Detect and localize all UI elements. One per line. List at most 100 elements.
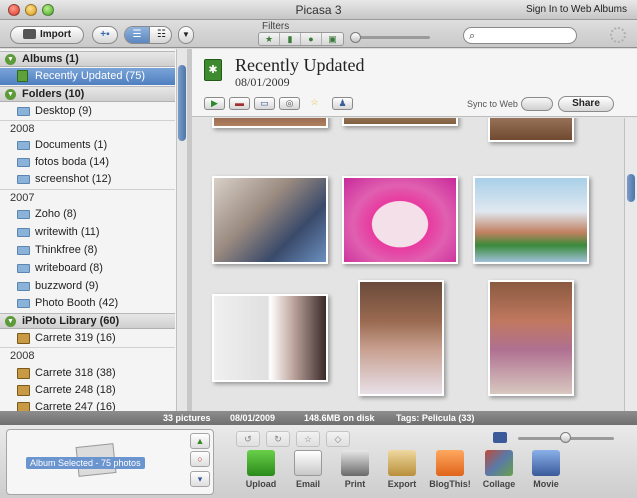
hold-selection-button[interactable]: ▲ — [190, 433, 210, 449]
year-divider: 2008 — [0, 347, 175, 364]
clear-icon: ○ — [197, 454, 203, 464]
iphoto-library-section-header[interactable]: ▼ iPhoto Library (60) — [0, 313, 175, 329]
photo-thumbnail[interactable] — [488, 118, 574, 142]
photo-grid-scrollbar[interactable] — [624, 118, 637, 411]
clear-selection-button[interactable]: ○ — [190, 451, 210, 467]
slideshow-button[interactable]: ▶ — [204, 97, 225, 110]
export-button[interactable]: Export — [380, 450, 424, 489]
albums-section-header[interactable]: ▼ Albums (1) — [0, 51, 175, 67]
sidebar-item-fotos-boda[interactable]: fotos boda (14) — [0, 154, 175, 171]
tag-button[interactable]: ◇ — [326, 431, 350, 447]
library-sidebar: ▼ Albums (1) Recently Updated (75) ▼ Fol… — [0, 49, 187, 411]
create-poster-button[interactable]: ▬ — [229, 97, 250, 110]
tag-icon: ◇ — [334, 434, 342, 444]
folder-icon — [17, 264, 30, 273]
upload-button[interactable]: Upload — [239, 450, 283, 489]
sync-to-web-toggle[interactable] — [521, 97, 553, 111]
collage-button[interactable]: Collage — [477, 450, 521, 489]
collapse-triangle-icon[interactable]: ▼ — [5, 54, 16, 65]
poster-icon: ▬ — [235, 98, 244, 108]
sign-in-link[interactable]: Sign In to Web Albums — [526, 4, 627, 15]
view-options-dropdown[interactable]: ▼ — [178, 26, 194, 44]
folder-icon — [17, 228, 30, 237]
photo-thumbnail[interactable] — [473, 176, 589, 264]
photo-thumbnail[interactable] — [212, 176, 328, 264]
tray-options-button[interactable]: ▾ — [190, 471, 210, 487]
sidebar-item-buzzword[interactable]: buzzword (9) — [0, 278, 175, 295]
play-icon: ▶ — [211, 98, 218, 108]
email-button[interactable]: Email — [286, 450, 330, 489]
thumbnail-size-slider-knob[interactable] — [560, 432, 571, 443]
movie-button[interactable]: Movie — [524, 450, 568, 489]
photo-thumbnail[interactable] — [212, 118, 328, 128]
date-filter-slider-knob[interactable] — [350, 32, 361, 43]
photo-thumbnail[interactable] — [342, 118, 458, 126]
sidebar-item-carrete-318[interactable]: Carrete 318 (38) — [0, 365, 175, 382]
sidebar-item-recently-updated[interactable]: Recently Updated (75) — [0, 68, 175, 85]
sidebar-item-carrete-248[interactable]: Carrete 248 (18) — [0, 382, 175, 399]
video-filter-icon[interactable]: ▮ — [280, 33, 301, 45]
upload-label: Upload — [245, 479, 277, 489]
email-icon — [294, 450, 322, 476]
section-label: Folders (10) — [22, 88, 85, 100]
collapse-triangle-icon[interactable]: ▼ — [5, 316, 16, 327]
blogthis-label: BlogThis! — [429, 479, 471, 489]
rotate-right-icon: ↻ — [274, 434, 282, 444]
geotag-button[interactable]: ◎ — [279, 97, 300, 110]
album-selected-label: Album Selected - 75 photos — [26, 457, 145, 469]
star-toggle-button[interactable]: ☆ — [296, 431, 320, 447]
starred-filter-icon[interactable]: ★ — [259, 33, 280, 45]
photo-grid-scroll-thumb[interactable] — [627, 174, 635, 202]
photo-thumbnail[interactable] — [342, 176, 458, 264]
globe-icon: ◎ — [285, 98, 294, 108]
rotate-left-button[interactable]: ↺ — [236, 431, 260, 447]
folder-icon — [17, 158, 30, 167]
folder-icon — [17, 246, 30, 255]
photo-thumbnail[interactable] — [212, 294, 328, 382]
thumbnail-size-icon — [493, 432, 507, 443]
sidebar-item-thinkfree[interactable]: Thinkfree (8) — [0, 242, 175, 259]
search-input[interactable]: ⌕ — [463, 27, 577, 44]
sidebar-item-carrete-319[interactable]: Carrete 319 (16) — [0, 330, 175, 347]
sidebar-item-writewith[interactable]: writewith (11) — [0, 224, 175, 241]
date-filter-slider[interactable] — [352, 36, 430, 39]
timeline-button[interactable]: ▭ — [254, 97, 275, 110]
chevron-down-icon: ▾ — [197, 474, 203, 484]
sidebar-item-desktop[interactable]: Desktop (9) — [0, 103, 175, 120]
collapse-triangle-icon[interactable]: ▼ — [5, 89, 16, 100]
print-button[interactable]: Print — [333, 450, 377, 489]
sidebar-item-documents[interactable]: Documents (1) — [0, 137, 175, 154]
people-filter-icon[interactable]: ● — [301, 33, 322, 45]
sidebar-scroll-thumb[interactable] — [178, 65, 186, 141]
photo-thumbnail[interactable] — [358, 280, 444, 396]
add-to-album-button[interactable]: +▪ — [92, 26, 118, 44]
geotag-filter-icon[interactable]: ▣ — [322, 33, 343, 45]
status-bar: 33 pictures 08/01/2009 148.6MB on disk T… — [0, 411, 637, 425]
section-label: iPhoto Library (60) — [22, 315, 120, 327]
sidebar-item-screenshot[interactable]: screenshot (12) — [0, 171, 175, 188]
folders-section-header[interactable]: ▼ Folders (10) — [0, 86, 175, 102]
people-button[interactable]: ♟ — [332, 97, 353, 110]
sidebar-item-label: Carrete 248 (18) — [35, 384, 116, 396]
sidebar-item-writeboard[interactable]: writeboard (8) — [0, 260, 175, 277]
list-view-icon[interactable]: ☰ — [125, 27, 149, 43]
rotate-right-button[interactable]: ↻ — [266, 431, 290, 447]
sidebar-item-zoho[interactable]: Zoho (8) — [0, 206, 175, 223]
sidebar-item-label: Recently Updated (75) — [35, 70, 146, 82]
share-button[interactable]: Share — [558, 96, 614, 112]
detail-view-icon[interactable]: ☷ — [149, 27, 171, 43]
timeline-icon: ▭ — [260, 98, 269, 108]
blogthis-button[interactable]: BlogThis! — [428, 450, 472, 489]
sidebar-item-label: writewith (11) — [35, 226, 100, 238]
view-mode-toggle[interactable]: ☰ ☷ — [124, 26, 172, 44]
album-header: ✱ Recently Updated 08/01/2009 ▶ ▬ ▭ ◎ ☆ … — [192, 49, 637, 117]
sidebar-scrollbar[interactable] — [176, 49, 187, 411]
sidebar-item-carrete-247[interactable]: Carrete 247 (16) — [0, 399, 175, 411]
star-button[interactable]: ☆ — [304, 97, 325, 110]
photo-thumbnail[interactable] — [488, 280, 574, 396]
sidebar-item-label: screenshot (12) — [35, 173, 112, 185]
sidebar-item-label: Carrete 318 (38) — [35, 367, 116, 379]
iphoto-roll-icon — [17, 368, 30, 379]
import-button[interactable]: Import — [10, 26, 84, 44]
sidebar-item-photo-booth[interactable]: Photo Booth (42) — [0, 295, 175, 312]
